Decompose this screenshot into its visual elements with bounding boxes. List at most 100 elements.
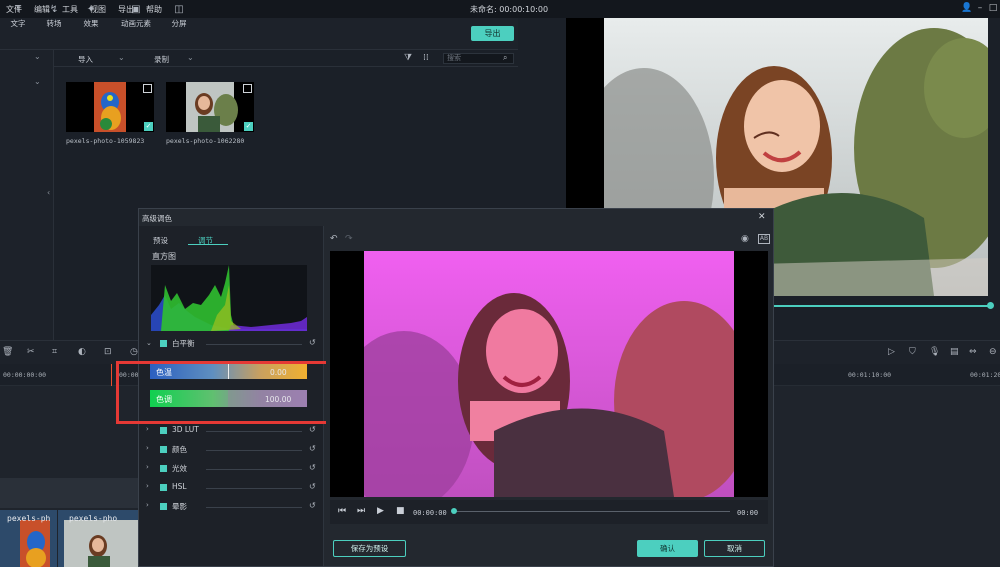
search-icon[interactable]: ⌕ [503,53,507,63]
render-icon[interactable]: ▷ [888,347,895,357]
divider [206,488,302,489]
checkbox[interactable] [160,503,167,510]
cancel-button[interactable]: 取消 [704,540,765,557]
checkbox[interactable] [160,340,167,347]
parrot-photo [66,82,154,132]
media-thumbnail[interactable] [66,82,154,132]
tool-elements[interactable]: ▣ 动画元素 [114,4,158,29]
tool-text[interactable]: T 文字 [0,4,38,29]
timecode: 00:01:10:00 [848,371,892,379]
media-thumbnail[interactable] [166,82,254,132]
tool-transition[interactable]: ↯ 转场 [34,4,74,29]
clip-label: pexels-ph [7,514,51,523]
media-item-label: pexels-photo-1059823 [66,137,145,145]
chevron-down-icon[interactable]: ⌄ [34,77,41,86]
minimize-icon[interactable]: – [974,3,986,13]
close-icon[interactable]: ✕ [758,212,766,222]
checkmark-icon[interactable]: ✓ [244,122,253,131]
snapshot-icon[interactable]: ⊡ [104,347,112,357]
reset-icon[interactable]: ↺ [309,425,316,434]
section-label: HSL [172,482,187,491]
effects-icon: ✦ [86,4,96,15]
playback-handle[interactable] [451,508,457,514]
checkbox[interactable] [160,484,167,491]
zoom-out-icon[interactable]: ⊖ [989,347,997,357]
reset-icon[interactable]: ↺ [309,482,316,491]
ok-button[interactable]: 确认 [637,540,698,557]
marker-icon[interactable]: ⛉ [909,347,916,357]
chevron-right-icon[interactable]: › [146,482,149,490]
chevron-right-icon[interactable]: › [146,425,149,433]
tab-presets[interactable]: 预设 [153,235,168,246]
elements-icon: ▣ [131,4,141,15]
checkbox[interactable] [160,465,167,472]
timecode: 00:00:00:00 [3,371,47,379]
section-3d-lut[interactable]: › 3D LUT ↺ [146,424,321,438]
highlight-box [116,361,354,424]
woman-photo [166,82,254,132]
section-light[interactable]: › 光效 ↺ [146,462,321,476]
playback-progress[interactable] [454,511,730,512]
section-color[interactable]: › 颜色 ↺ [146,443,321,457]
divider [206,507,302,508]
section-vignette[interactable]: › 晕影 ↺ [146,500,321,514]
active-tab-indicator [188,244,228,245]
reset-icon[interactable]: ↺ [309,463,316,472]
previous-frame-icon[interactable]: ⏮ [338,506,346,516]
media-sidebar [0,50,54,340]
checkmark-icon[interactable]: ✓ [144,122,153,131]
preview-progress-handle[interactable] [987,302,994,309]
section-label: 颜色 [172,445,187,454]
collapse-arrow-icon[interactable]: ‹ [47,188,50,197]
grid-view-icon[interactable]: ⁞⁞ [423,53,429,63]
mixer-icon[interactable]: ▤ [950,347,959,357]
histogram-title: 直方图 [152,252,176,261]
stop-icon[interactable]: ■ [396,506,405,516]
divider [206,344,302,345]
chevron-down-icon[interactable]: ⌄ [146,339,152,347]
redo-icon[interactable]: ↷ [345,234,353,244]
end-time: 00:00 [737,509,759,517]
chevron-right-icon[interactable]: › [146,444,149,452]
project-title: 未命名: 00:00:10:00 [470,5,549,14]
record-button[interactable]: 录制 [154,54,169,65]
record-dropdown-icon[interactable]: ⌄ [187,53,194,62]
maximize-icon[interactable]: □ [987,3,999,13]
chevron-down-icon[interactable]: ⌄ [34,52,41,61]
speed-icon[interactable]: ◷ [130,347,138,357]
reset-icon[interactable]: ↺ [309,338,316,347]
filter-icon[interactable]: ⧩ [404,53,412,63]
dialog-preview-frame [364,251,734,497]
section-hsl[interactable]: › HSL ↺ [146,481,321,495]
reset-icon[interactable]: ↺ [309,501,316,510]
white-balance-header[interactable]: ⌄ 白平衡 ↺ [146,337,321,351]
microphone-icon[interactable]: 🎙 [929,347,940,357]
play-icon[interactable]: ▶ [377,506,384,516]
tool-effects[interactable]: ✦ 效果 [71,4,111,29]
delete-icon[interactable]: 🗑 [2,347,13,357]
tool-split-screen[interactable]: ◫ 分屏 [159,4,199,29]
image-type-icon [243,84,252,93]
save-preset-button[interactable]: 保存为预设 [333,540,406,557]
image-type-icon [143,84,152,93]
text-icon: T [14,4,22,15]
reset-icon[interactable]: ↺ [309,444,316,453]
fit-icon[interactable]: ⇔ [969,347,977,357]
export-button[interactable]: 导出 [471,26,514,41]
eye-icon[interactable]: ◉ [741,234,749,244]
crop-icon[interactable]: ⌗ [52,347,57,357]
account-icon[interactable]: 👤 [961,3,973,13]
checkbox[interactable] [160,427,167,434]
chevron-right-icon[interactable]: › [146,501,149,509]
chevron-right-icon[interactable]: › [146,463,149,471]
cut-icon[interactable]: ✂ [27,347,35,357]
preview-progress-bar[interactable] [770,305,992,307]
compare-icon[interactable]: AB [758,234,770,244]
woman-photo [364,251,734,497]
step-forward-icon[interactable]: ⏭ [357,506,365,516]
import-button[interactable]: 导入 [78,54,93,65]
undo-icon[interactable]: ↶ [330,234,338,244]
import-dropdown-icon[interactable]: ⌄ [118,53,125,62]
color-icon[interactable]: ◐ [78,347,86,357]
checkbox[interactable] [160,446,167,453]
